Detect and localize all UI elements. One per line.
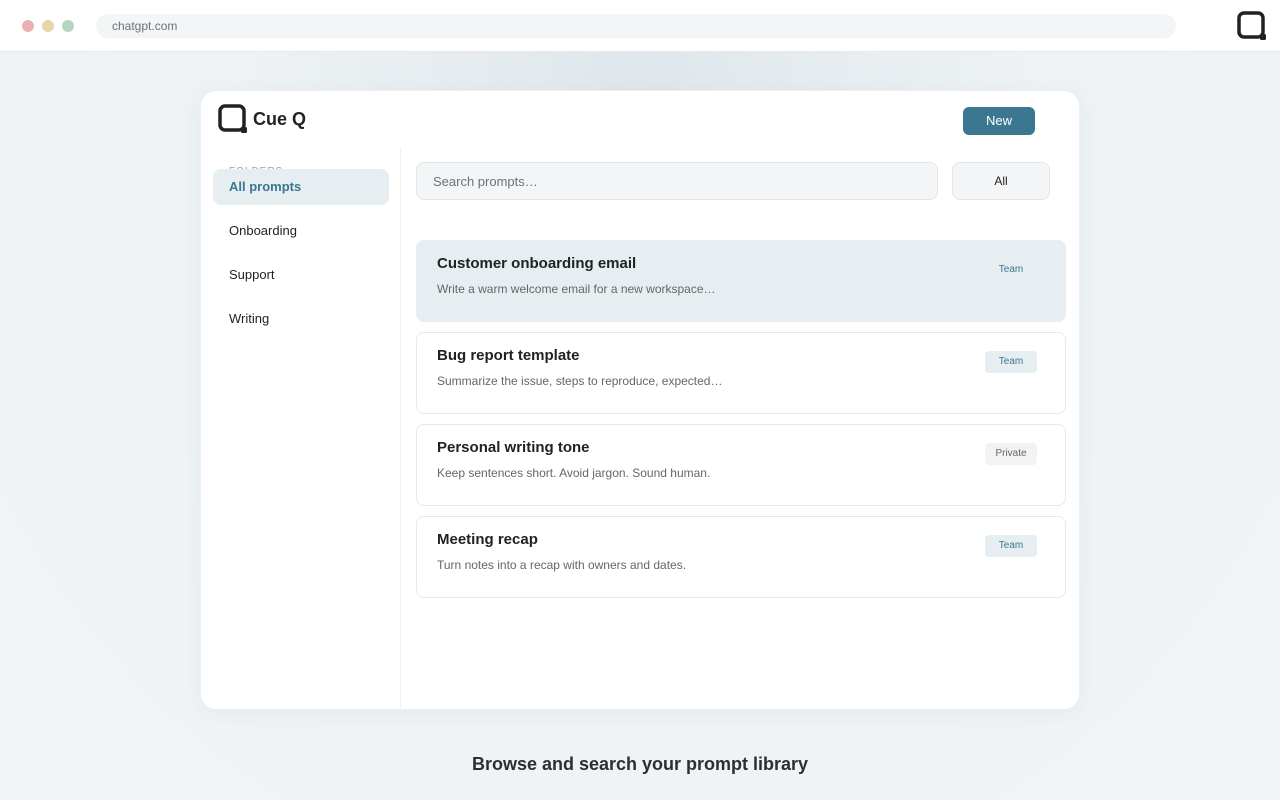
prompt-title: Meeting recap (437, 531, 538, 548)
sidebar-item-writing[interactable]: Writing (213, 301, 389, 337)
prompt-card[interactable]: Meeting recap Turn notes into a recap wi… (416, 516, 1066, 598)
new-prompt-button[interactable]: New (963, 107, 1035, 135)
window-close-dot[interactable] (22, 20, 34, 32)
sidebar-item-all-prompts[interactable]: All prompts (213, 169, 389, 205)
browser-chrome: chatgpt.com (0, 0, 1280, 52)
app-logo-icon[interactable] (1236, 10, 1268, 42)
visibility-badge: Team (985, 351, 1037, 373)
window-maximize-dot[interactable] (62, 20, 74, 32)
prompt-description: Turn notes into a recap with owners and … (437, 558, 687, 572)
prompt-card[interactable]: Customer onboarding email Write a warm w… (416, 240, 1066, 322)
search-input[interactable] (416, 162, 938, 200)
address-bar[interactable]: chatgpt.com (96, 14, 1176, 38)
prompt-description: Keep sentences short. Avoid jargon. Soun… (437, 466, 711, 480)
app-logo-icon (218, 104, 247, 133)
brand: Cue Q (217, 103, 306, 135)
prompt-description: Summarize the issue, steps to reproduce,… (437, 374, 723, 388)
app-name: Cue Q (253, 108, 307, 129)
page-caption: Browse and search your prompt library (471, 754, 809, 774)
prompt-card[interactable]: Bug report template Summarize the issue,… (416, 332, 1066, 414)
sidebar-item-support[interactable]: Support (213, 257, 389, 293)
visibility-badge: Team (998, 264, 1024, 275)
prompt-title: Bug report template (437, 347, 580, 364)
prompt-card[interactable]: Personal writing tone Keep sentences sho… (416, 424, 1066, 506)
app-window: Cue Q out New FOLDERS All prompts Onboar… (200, 90, 1080, 710)
visibility-badge: Private (985, 443, 1037, 465)
prompt-description: Write a warm welcome email for a new wor… (437, 282, 716, 296)
window-minimize-dot[interactable] (42, 20, 54, 32)
sidebar-item-onboarding[interactable]: Onboarding (213, 213, 389, 249)
visibility-filter-select[interactable]: All (952, 162, 1050, 200)
prompt-title: Personal writing tone (437, 439, 590, 456)
visibility-badge: Team (985, 535, 1037, 557)
prompt-title: Customer onboarding email (437, 255, 637, 272)
sidebar: FOLDERS All prompts Onboarding Support W… (201, 147, 401, 709)
